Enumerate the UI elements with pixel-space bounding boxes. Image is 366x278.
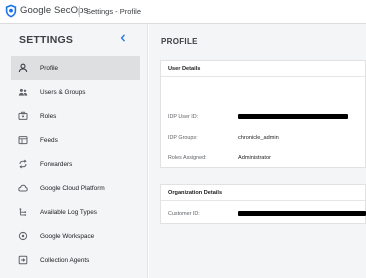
- roles-assigned-label: Roles Assigned:: [168, 155, 207, 161]
- breadcrumb: Settings - Profile: [86, 6, 142, 16]
- sidebar-item-label: Forwarders: [40, 160, 73, 168]
- workspace-icon: [18, 231, 28, 241]
- header-divider: [79, 6, 80, 17]
- sidebar-item-profile[interactable]: Profile: [11, 56, 140, 80]
- app-header: Google SecOps Settings - Profile: [0, 0, 366, 24]
- organization-details-heading: Organization Details: [168, 190, 223, 196]
- collection-agents-icon: [18, 255, 28, 265]
- sidebar-item-collection-agents[interactable]: Collection Agents: [11, 248, 140, 272]
- sidebar-item-label: Collection Agents: [40, 256, 90, 264]
- sidebar-item-feeds[interactable]: Feeds: [11, 128, 140, 152]
- person-icon: [18, 63, 28, 73]
- settings-sidebar: SETTINGS Profile Users & Groups Roles Fe…: [0, 24, 148, 278]
- customer-id-label: Customer ID:: [168, 211, 200, 217]
- roles-icon: [18, 111, 28, 121]
- feeds-icon: [18, 135, 28, 145]
- roles-assigned-value: Administrator: [238, 154, 271, 161]
- profile-content: PROFILE User Details IDP User ID: IDP Gr…: [149, 24, 366, 278]
- customer-id-redacted-value: [238, 210, 366, 216]
- sidebar-item-label: Profile: [40, 64, 59, 72]
- sidebar-item-google-workspace[interactable]: Google Workspace: [11, 224, 140, 248]
- sidebar-item-label: Roles: [40, 112, 57, 120]
- idp-user-id-redacted-value: [238, 113, 348, 119]
- page-title: PROFILE: [161, 37, 198, 46]
- sidebar-item-label: Feeds: [40, 136, 58, 144]
- forwarders-icon: [18, 159, 28, 169]
- sidebar-item-users-groups[interactable]: Users & Groups: [11, 80, 140, 104]
- idp-user-id-label: IDP User ID:: [168, 114, 199, 120]
- secops-shield-logo-icon[interactable]: [5, 4, 17, 18]
- sidebar-item-label: Available Log Types: [40, 208, 97, 216]
- card-divider: [161, 76, 365, 77]
- sidebar-item-label: Users & Groups: [40, 88, 86, 96]
- settings-nav: Profile Users & Groups Roles Feeds Forwa…: [11, 56, 140, 272]
- idp-groups-label: IDP Groups:: [168, 135, 198, 141]
- sidebar-item-label: Google Cloud Platform: [40, 184, 105, 192]
- sidebar-item-google-cloud-platform[interactable]: Google Cloud Platform: [11, 176, 140, 200]
- collapse-chevron-icon[interactable]: [118, 33, 128, 43]
- sidebar-item-forwarders[interactable]: Forwarders: [11, 152, 140, 176]
- sidebar-item-roles[interactable]: Roles: [11, 104, 140, 128]
- card-divider: [161, 200, 365, 201]
- cloud-icon: [18, 183, 28, 193]
- sidebar-item-available-log-types[interactable]: Available Log Types: [11, 200, 140, 224]
- log-types-icon: [18, 207, 28, 217]
- users-groups-icon: [18, 87, 28, 97]
- idp-groups-value: chronicle_admin: [238, 134, 279, 141]
- sidebar-item-label: Google Workspace: [40, 232, 95, 240]
- user-details-heading: User Details: [168, 66, 201, 72]
- organization-details-card: Organization Details Customer ID:: [160, 184, 366, 224]
- sidebar-title: SETTINGS: [19, 34, 74, 46]
- user-details-card: User Details IDP User ID: IDP Groups: ch…: [160, 60, 366, 168]
